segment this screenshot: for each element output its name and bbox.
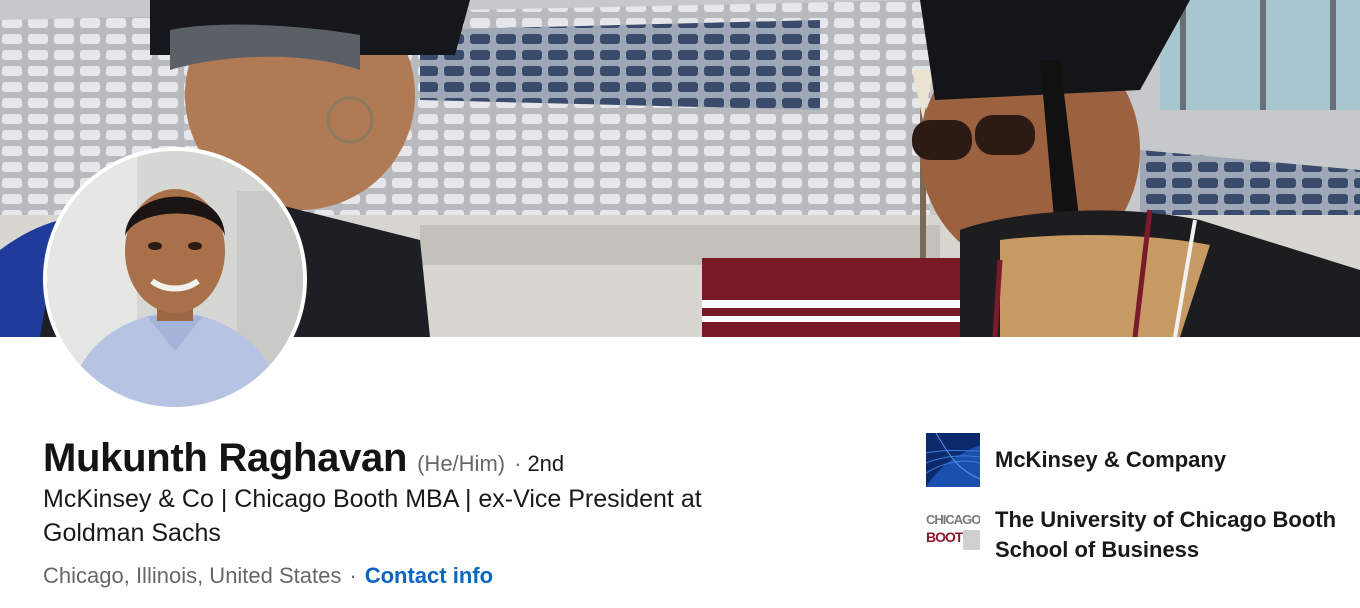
location-row: Chicago, Illinois, United States · Contact… <box>43 563 863 589</box>
profile-location: Chicago, Illinois, United States <box>43 563 342 588</box>
avatar-photo <box>47 151 303 407</box>
org-link-mckinsey[interactable]: McKinsey & Company <box>926 433 1346 487</box>
connection-degree: 2nd <box>527 451 565 476</box>
org-name: McKinsey & Company <box>995 447 1227 472</box>
profile-headline: McKinsey & Co | Chicago Booth MBA | ex-V… <box>43 485 702 547</box>
booth-logo-text-top: CHICAGO <box>926 512 980 527</box>
profile-name: Mukunth Raghavan <box>43 436 408 480</box>
org-link-chicago-booth[interactable]: CHICAGO BOOTH The University of Chicago … <box>926 505 1346 565</box>
profile-avatar[interactable] <box>43 147 307 411</box>
degree-separator: · <box>514 451 522 476</box>
org-name: The University of Chicago Booth School o… <box>995 507 1337 562</box>
profile-identity: Mukunth Raghavan (He/Him) · 2nd McKinsey… <box>43 432 863 589</box>
chicago-booth-logo: CHICAGO BOOTH <box>926 508 980 562</box>
profile-pronouns: (He/Him) <box>417 451 506 476</box>
contact-info-link[interactable]: Contact info <box>365 563 493 588</box>
location-separator: · <box>349 563 357 588</box>
top-organizations: McKinsey & Company CHICAGO BOOTH The Uni… <box>926 433 1346 565</box>
mckinsey-logo <box>926 433 980 487</box>
seal-icon <box>963 530 980 550</box>
name-row: Mukunth Raghavan (He/Him) · 2nd <box>43 432 863 484</box>
